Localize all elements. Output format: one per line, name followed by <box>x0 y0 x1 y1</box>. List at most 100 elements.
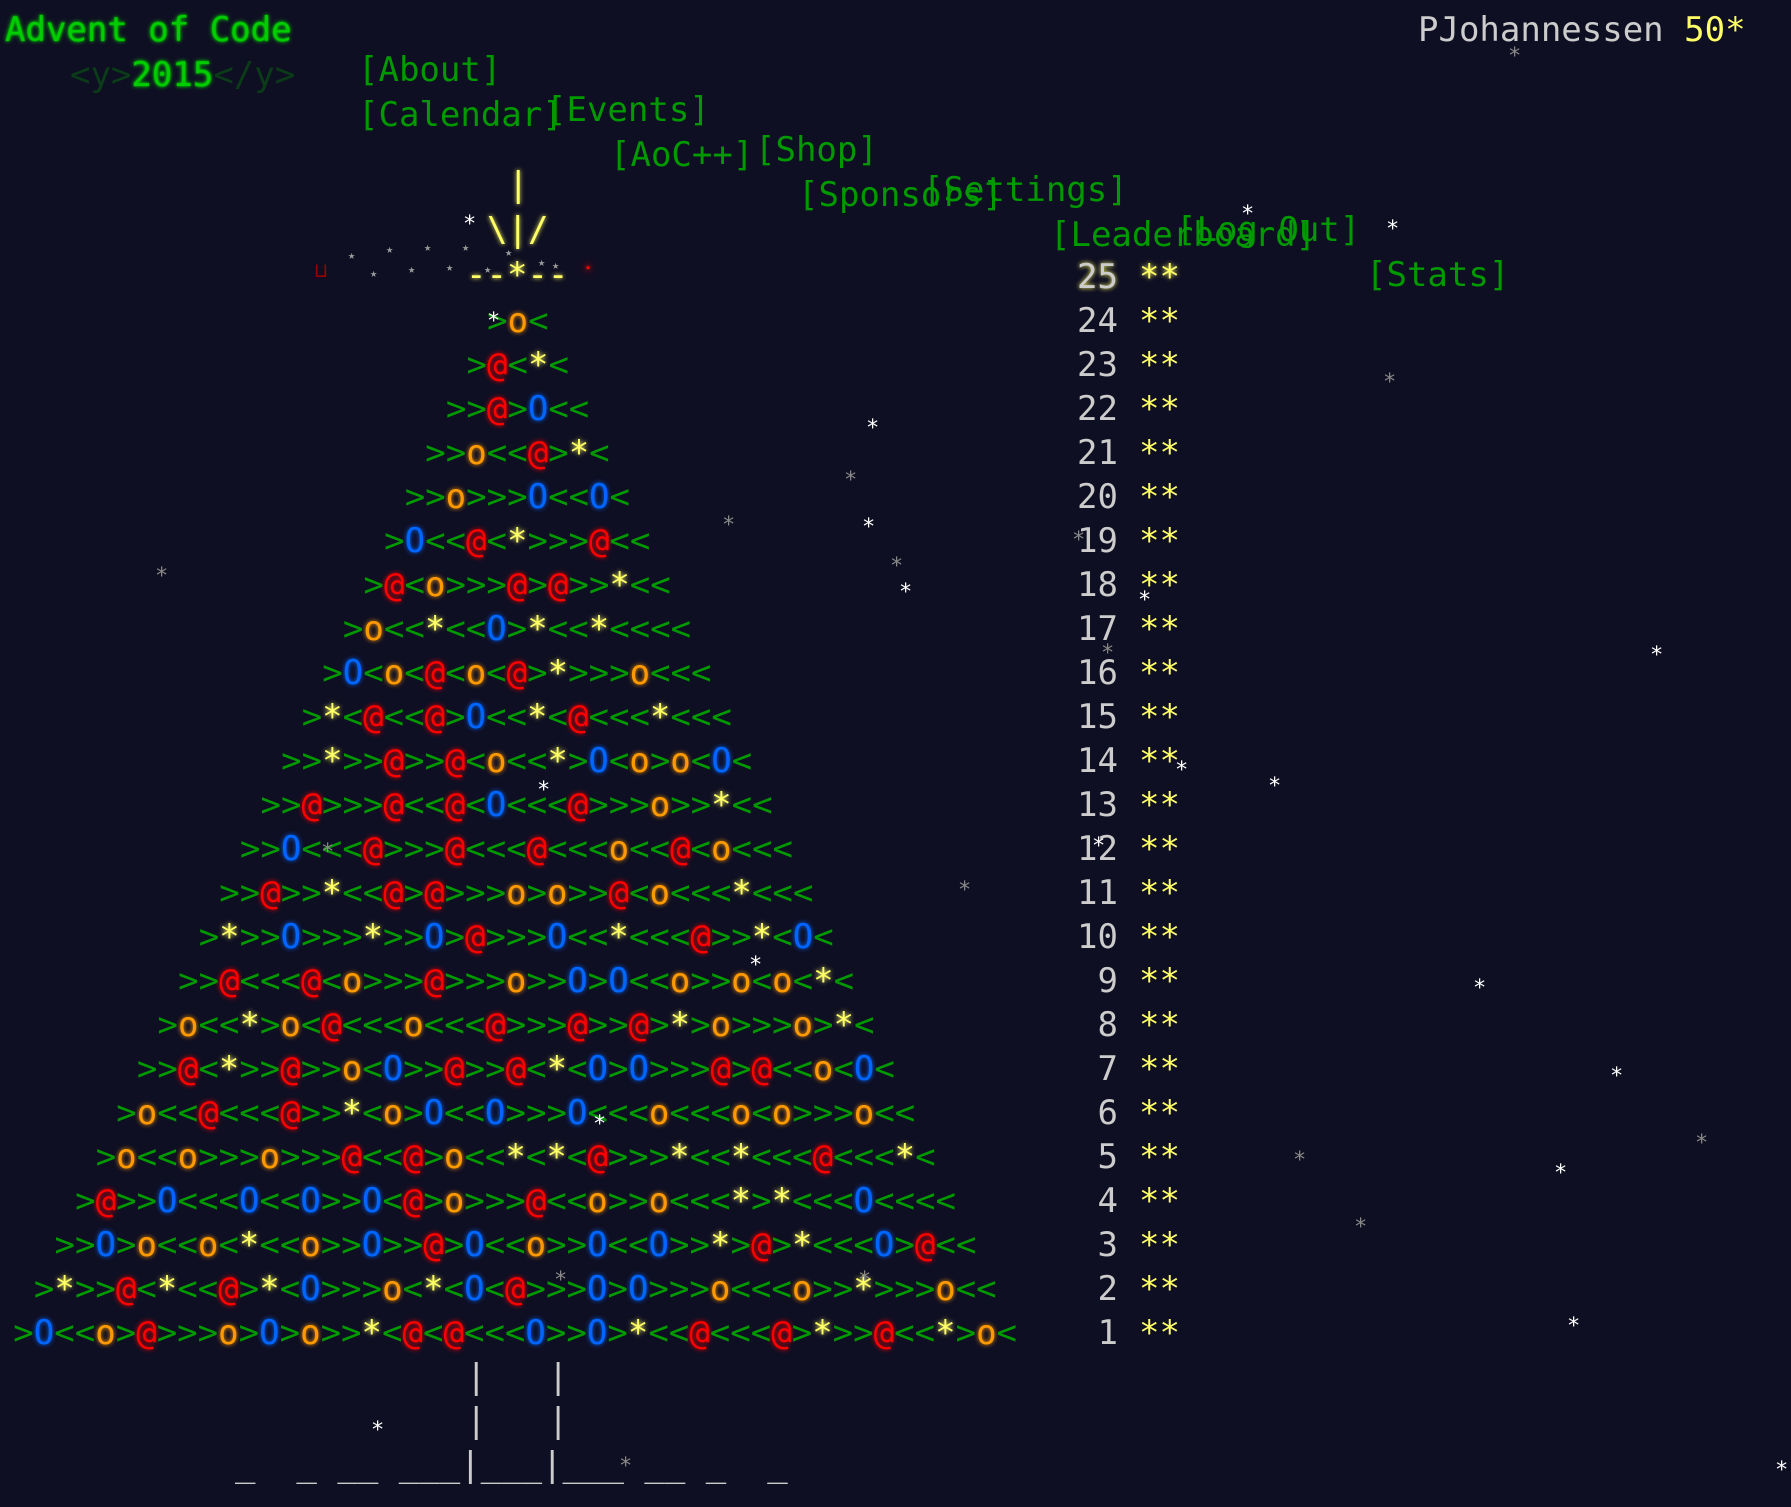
calendar-day-2[interactable]: >*>>@<*<<@>*<O>>>o<*<O<@>>>O>O>>>o<<<o>>… <box>0 1267 1200 1311</box>
ornament-blue: O <box>280 829 302 869</box>
garland-left: < <box>279 1269 301 1309</box>
garland-left: < <box>771 1137 793 1177</box>
calendar-day-24[interactable]: >o< 24 ** <box>0 299 1200 343</box>
garland-right: > <box>218 1137 240 1177</box>
calendar-day-13[interactable]: >>@>>>@<<@<O<<<@>>>o>>*<< 13 ** <box>0 783 1200 827</box>
ornament-red: @ <box>301 961 322 1001</box>
ornament-red: @ <box>424 697 446 737</box>
garland-left: < <box>568 389 590 429</box>
garland-left: < <box>669 1181 690 1221</box>
garland-right: > <box>444 873 466 913</box>
ornament-red: @ <box>402 1313 423 1353</box>
calendar-day-4[interactable]: >@>>O<<<O<<O>>O<@>o>>>@<<o>>o<<<*>*<<<O<… <box>0 1179 1200 1223</box>
garland-left: < <box>670 609 692 649</box>
day-number: 10 <box>1077 917 1118 957</box>
calendar-day-3[interactable]: >>O>o<<o<*<<o>>O>>@>O<<o>>O<<O>>*>@>*<<<… <box>0 1223 1200 1267</box>
garland-left: < <box>280 961 301 1001</box>
calendar-day-20[interactable]: >>o>>>O<<O< 20 ** <box>0 475 1200 519</box>
garland-left: < <box>548 345 569 385</box>
light-star-icon: * <box>547 741 568 781</box>
calendar-day-23[interactable]: >@<*< 23 ** <box>0 343 1200 387</box>
ornament-red: @ <box>608 873 629 913</box>
day-stars-icon: ** <box>1139 301 1180 341</box>
calendar-day-25[interactable]: 25 ** <box>0 255 1200 299</box>
calendar-day-19[interactable]: >O<<@<*>>>@<< 19 ** <box>0 519 1200 563</box>
ornament-orange: o <box>403 1005 424 1045</box>
garland-right: > <box>115 1313 137 1353</box>
garland-right: > <box>445 389 467 429</box>
garland-right: > <box>74 1269 96 1309</box>
day-number: 15 <box>1077 697 1118 737</box>
calendar-day-11[interactable]: >>@>>*<<@>@>>>o>o>>@<o<<<*<<< 11 ** <box>0 871 1200 915</box>
calendar-day-9[interactable]: >>@<<<@<o>>>@>>>o>>O>O<<o>>o<o<*< 9 ** <box>0 959 1200 1003</box>
garland-right: > <box>485 873 507 913</box>
garland-left: < <box>690 741 712 781</box>
calendar-day-7[interactable]: >>@<*>>@>>o<O>>@>>@<*<O>O>>>@>@<<o<O< 7 ** <box>0 1047 1200 1091</box>
snowflake-icon: * <box>593 1112 607 1137</box>
light-star-icon: * <box>527 697 548 737</box>
calendar-day-10[interactable]: >*>>O>>>*>>O>@>>>O<<*<<<@>>*<O< 10 ** <box>0 915 1200 959</box>
calendar-day-17[interactable]: >o<<*<<O>*<<*<<<< 17 ** <box>0 607 1200 651</box>
snowflake-icon: * <box>1695 1131 1709 1156</box>
garland-left: < <box>710 873 732 913</box>
ornament-red: @ <box>751 1049 772 1089</box>
calendar-day-15[interactable]: >*<@<<@>O<<*<@<<<*<<< 15 ** <box>0 695 1200 739</box>
tree-row-art: >@>>O<<<O<<O>>O<@>o>>>@<<o>>o<<<*>*<<<O<… <box>75 1179 956 1223</box>
garland-right: > <box>136 1049 158 1089</box>
garland-right: > <box>445 433 467 473</box>
calendar-day-8[interactable]: >o<<*>o<@<<<o<<<@>>>@>>@>*>o>>>o>*< 8 ** <box>0 1003 1200 1047</box>
garland-right: > <box>402 1225 424 1265</box>
garland-left: < <box>402 1269 424 1309</box>
calendar-day-18[interactable]: >@<o>>>@>@>>*<< 18 ** <box>0 563 1200 607</box>
tree-row-art: >o<<@<<<@>>*<o>O<<O>>>O<<<o<<<o<o>>>o<< <box>116 1091 915 1135</box>
tiny-star-icon: ★ <box>505 245 513 259</box>
day-number: 22 <box>1077 389 1118 429</box>
day-number: 13 <box>1077 785 1118 825</box>
garland-left: < <box>648 1313 669 1353</box>
garland-left: < <box>486 433 508 473</box>
garland-left: < <box>526 741 548 781</box>
ornament-orange: o <box>116 1137 137 1177</box>
garland-left: < <box>528 301 549 341</box>
calendar-day-16[interactable]: >O<o<@<o<@>*>>>o<<< 16 ** <box>0 651 1200 695</box>
calendar-day-5[interactable]: >o<<o>>>o>>>@<<@>o<<*<*<@>>>*<<*<<<@<<<*… <box>0 1135 1200 1179</box>
ornament-blue: O <box>342 653 364 693</box>
snowflake-icon: * <box>371 1418 385 1443</box>
garland-right: > <box>710 917 732 957</box>
calendar-day-1[interactable]: >O<<o>@>>>o>O>o>>*<@<@<<<O>>O>*<<@<<<@>*… <box>0 1311 1200 1355</box>
garland-right: > <box>423 1137 444 1177</box>
ornament-red: @ <box>444 829 466 869</box>
ornament-orange: o <box>709 1269 731 1309</box>
garland-left: < <box>608 741 630 781</box>
snowflake-icon: * <box>844 468 858 493</box>
ornament-red: @ <box>444 741 466 781</box>
garland-right: > <box>465 873 486 913</box>
garland-left: < <box>383 609 405 649</box>
calendar-day-14[interactable]: >>*>>@>>@<o<<*>O<o>o<O< 14 ** <box>0 739 1200 783</box>
garland-right: > <box>197 1313 219 1353</box>
garland-left: < <box>486 697 507 737</box>
calendar-day-21[interactable]: >>o<<@>*< 21 ** <box>0 431 1200 475</box>
calendar-day-22[interactable]: >>@>O<< 22 ** <box>0 387 1200 431</box>
garland-left: < <box>382 1137 403 1177</box>
garland-left: < <box>362 1049 383 1089</box>
garland-left: < <box>259 1225 280 1265</box>
day-stars-icon: ** <box>1139 389 1180 429</box>
garland-right: > <box>567 873 589 913</box>
light-star-icon: * <box>54 1269 75 1309</box>
garland-right: > <box>526 917 547 957</box>
tree-row-art: >*>>@<*<<@>*<O>>>o<*<O<@>>>O>O>>>o<<<o>>… <box>34 1267 997 1311</box>
day-number: 20 <box>1077 477 1118 517</box>
garland-left: < <box>690 829 712 869</box>
light-star-icon: * <box>341 1093 363 1133</box>
garland-left: < <box>218 1181 239 1221</box>
garland-right: > <box>239 917 261 957</box>
garland-right: > <box>690 961 711 1001</box>
garland-right: > <box>322 653 343 693</box>
garland-right: > <box>731 1005 752 1045</box>
snowflake-icon: * <box>1268 774 1282 799</box>
calendar-day-12[interactable]: >>O<<<@>>>@<<<@<<<o<<@<o<<< 12 ** <box>0 827 1200 871</box>
light-star-icon: * <box>710 1225 731 1265</box>
ornament-red: @ <box>136 1313 157 1353</box>
garland-left: < <box>465 741 486 781</box>
